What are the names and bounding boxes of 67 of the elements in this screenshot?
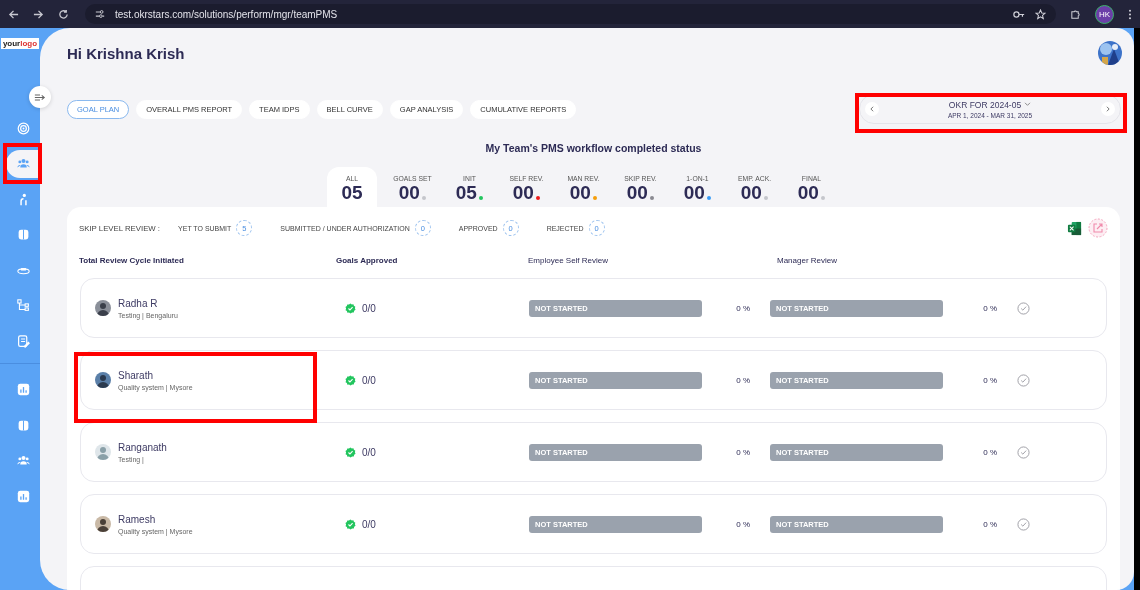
key-icon[interactable] [1013, 9, 1025, 19]
logo: yourlogo [0, 38, 40, 49]
highlight-frame [3, 143, 42, 184]
people-icon [16, 454, 30, 467]
verified-icon [345, 446, 356, 458]
percent-text: 0 % [735, 447, 751, 457]
check-circle-icon[interactable] [1017, 517, 1030, 531]
employee-name: Ranganath [118, 441, 167, 453]
team-icon [16, 157, 30, 170]
forward-icon[interactable] [33, 8, 44, 20]
check-circle-icon[interactable] [1017, 445, 1030, 459]
star-icon[interactable] [1035, 8, 1046, 20]
status-count: 05 [455, 182, 477, 204]
percent-text: 0 % [735, 519, 751, 529]
site-settings-icon[interactable] [95, 9, 105, 19]
book-icon [16, 228, 30, 241]
percent-text: 0 % [982, 303, 998, 313]
percent-text: 0 % [735, 303, 751, 313]
period-title[interactable]: OKR FOR 2024-05 [948, 99, 1022, 110]
status-heading: My Team's PMS workflow completed status [484, 142, 703, 154]
reload-icon[interactable] [58, 8, 69, 20]
status-count: 00 [569, 182, 591, 204]
spreadsheet-icon[interactable] [1067, 220, 1082, 236]
extension-icon[interactable] [1070, 8, 1081, 20]
status-count: 00 [683, 182, 705, 204]
target-icon [16, 121, 30, 135]
verified-icon [345, 302, 356, 314]
check-circle-icon[interactable] [1017, 373, 1030, 387]
chevron-left-icon[interactable] [869, 106, 875, 112]
goals-count: 0/0 [362, 302, 376, 314]
employee-name: Radha R [118, 297, 159, 309]
chevron-right-icon[interactable] [1105, 106, 1111, 112]
percent-text: 0 % [982, 375, 998, 385]
percent-text: 0 % [982, 447, 998, 457]
hierarchy-icon [16, 299, 30, 312]
address-bar[interactable]: test.okrstars.com/solutions/perform/mgr/teamPMS [85, 4, 1056, 24]
goals-count: 0/0 [362, 374, 376, 386]
status-count: 05 [341, 182, 363, 204]
percent-text: 0 % [982, 519, 998, 529]
status-count: 00 [512, 182, 534, 204]
column-header: Total Review Cycle Initiated [79, 256, 185, 267]
status-count: 00 [740, 182, 762, 204]
menu-icon[interactable] [1128, 8, 1132, 20]
collapse-icon[interactable] [34, 92, 46, 102]
export-icon[interactable] [1088, 218, 1108, 238]
verified-icon [345, 374, 356, 386]
document-icon [16, 334, 30, 348]
column-header: Manager Review [777, 256, 839, 267]
status-count: 00 [626, 182, 648, 204]
status-count: 00 [797, 182, 819, 204]
check-circle-icon[interactable] [1017, 301, 1030, 315]
profile-avatar[interactable]: HK [1095, 4, 1114, 24]
verified-icon [345, 518, 356, 530]
status-count: 00 [398, 182, 420, 204]
bar-chart-icon [16, 383, 30, 396]
percent-text: 0 % [735, 375, 751, 385]
employee-name: Sharath [118, 369, 155, 381]
greeting-title: Hi Krishna Krish [67, 44, 185, 62]
column-header: Employee Self Review [528, 256, 610, 267]
goals-count: 0/0 [362, 446, 376, 458]
employee-name: Ramesh [118, 513, 157, 525]
column-header: Goals Approved [336, 256, 399, 267]
bar-chart-icon [16, 489, 30, 503]
caret-icon[interactable] [1024, 102, 1032, 107]
back-icon[interactable] [8, 8, 19, 20]
goals-count: 0/0 [362, 518, 376, 530]
book-icon [16, 418, 30, 432]
